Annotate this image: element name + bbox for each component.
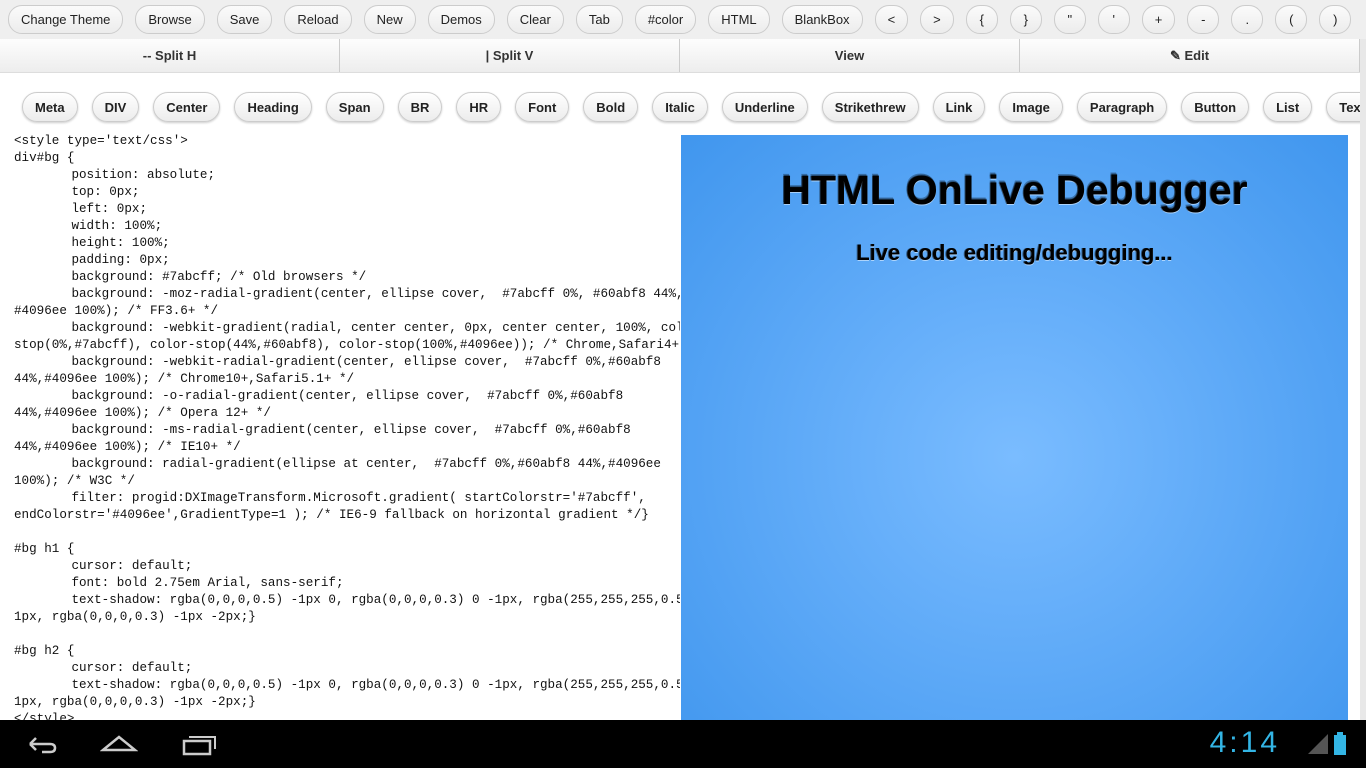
tab-3[interactable]: ✎ Edit [1020, 39, 1360, 72]
tag-button[interactable]: HR [456, 92, 502, 122]
preview-heading: HTML OnLive Debugger [781, 167, 1248, 213]
tag-button[interactable]: Paragraph [1076, 92, 1168, 122]
snippet-button[interactable]: } [1009, 5, 1042, 34]
tag-button[interactable]: Link [932, 92, 986, 122]
tab-0[interactable]: -- Split H [0, 39, 340, 72]
snippet-button[interactable]: Demos [427, 5, 495, 34]
tag-button[interactable]: Meta [22, 92, 78, 122]
battery-icon [1334, 732, 1346, 755]
snippet-button[interactable]: Change Theme [8, 5, 124, 34]
tag-toolbar: Meta DIV Center Heading Span BR HR Font Bold Ital… [22, 92, 1366, 122]
system-navbar: 4:14 [0, 720, 1366, 768]
tag-button[interactable]: Button [1181, 92, 1250, 122]
scrollbar[interactable] [1360, 39, 1366, 720]
home-icon[interactable] [100, 732, 138, 756]
tag-button[interactable]: Image [999, 92, 1063, 122]
tag-button[interactable]: List [1263, 92, 1313, 122]
snippet-button[interactable]: Reload [284, 5, 352, 34]
tag-button[interactable]: BR [397, 92, 443, 122]
tab-2[interactable]: View [680, 39, 1020, 72]
signal-icon [1308, 734, 1328, 754]
snippet-button[interactable]: Clear [506, 5, 564, 34]
preview-subheading: Live code editing/debugging... [856, 240, 1173, 265]
snippet-toolbar: Change Theme Browse Save Reload New Demos Clea… [0, 0, 1366, 39]
snippet-button[interactable]: < [874, 5, 909, 34]
snippet-button[interactable]: ( [1275, 5, 1308, 34]
snippet-button[interactable]: > [920, 5, 954, 34]
snippet-button[interactable]: BlankBox [781, 5, 863, 34]
snippet-button[interactable]: #color [634, 5, 697, 34]
snippet-button[interactable]: { [965, 5, 998, 34]
snippet-button[interactable]: New [363, 5, 416, 34]
recent-apps-icon[interactable] [182, 732, 218, 756]
tag-button[interactable]: Span [325, 92, 384, 122]
snippet-button[interactable]: Save [216, 5, 273, 34]
preview-pane: HTML OnLive Debugger Live code editing/d… [681, 135, 1348, 720]
tag-button[interactable]: Center [153, 92, 221, 122]
snippet-button[interactable]: HTML [708, 5, 770, 34]
back-icon[interactable] [22, 732, 58, 756]
tag-button[interactable]: Heading [234, 92, 312, 122]
tag-button[interactable]: Strikethrew [821, 92, 919, 122]
snippet-button[interactable]: ' [1097, 5, 1130, 34]
tag-button[interactable]: Bold [583, 92, 639, 122]
snippet-button[interactable]: . [1231, 5, 1264, 34]
snippet-button[interactable]: " [1053, 5, 1086, 34]
tag-button[interactable]: Font [515, 92, 570, 122]
snippet-button[interactable]: Tab [575, 5, 623, 34]
tag-button[interactable]: DIV [91, 92, 140, 122]
code-editor[interactable]: <style type='text/css'> div#bg { positio… [14, 133, 680, 720]
tag-button[interactable]: Italic [652, 92, 708, 122]
tab-1[interactable]: | Split V [340, 39, 680, 72]
snippet-button[interactable]: + [1141, 5, 1176, 34]
view-tabs: -- Split H | Split V View ✎ Edit [0, 39, 1366, 73]
snippet-button[interactable]: Browse [135, 5, 205, 34]
tag-button[interactable]: Underline [721, 92, 808, 122]
clock: 4:14 [1209, 726, 1280, 759]
snippet-button[interactable]: - [1187, 5, 1220, 34]
snippet-button[interactable]: ) [1319, 5, 1352, 34]
